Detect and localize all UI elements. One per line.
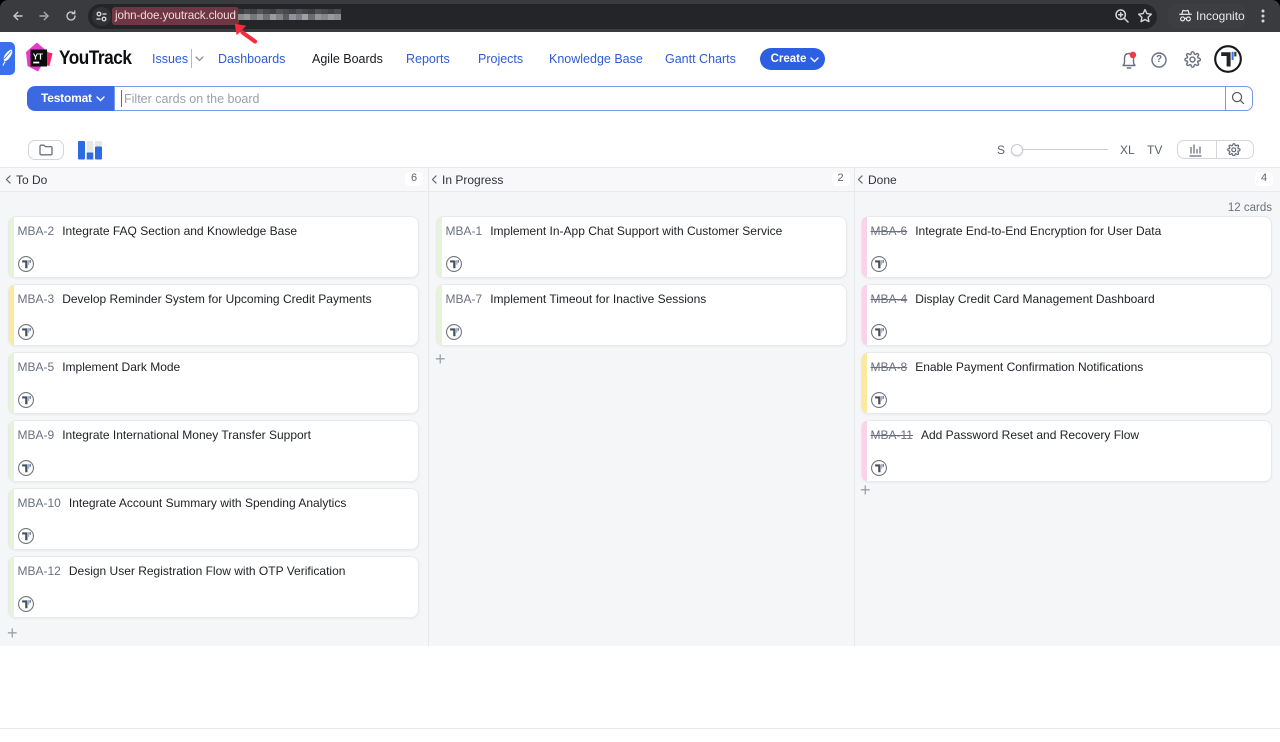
svg-text:YT: YT [33,52,43,61]
